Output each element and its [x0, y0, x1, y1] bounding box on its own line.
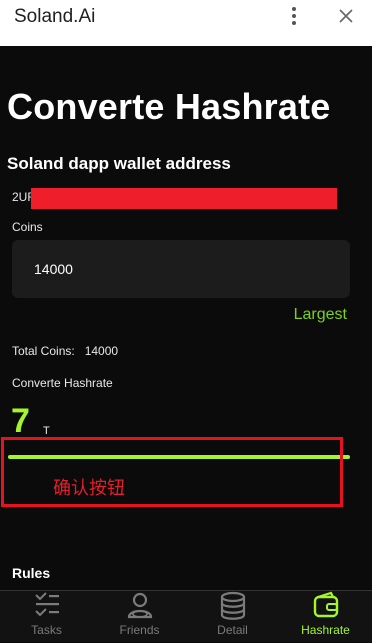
- wallet-heading: Soland dapp wallet address: [7, 154, 231, 173]
- rules-heading: Rules: [12, 565, 51, 581]
- database-icon: [220, 591, 245, 620]
- nav-label: Friends: [119, 623, 160, 637]
- total-coins-label: Total Coins:: [12, 344, 75, 358]
- friends-icon: [127, 592, 152, 619]
- confirm-button[interactable]: 确认按钮: [53, 474, 125, 500]
- converte-hashrate-label: Converte Hashrate: [12, 376, 113, 390]
- hashrate-unit: T: [43, 425, 50, 437]
- page-title: Converte Hashrate: [7, 86, 331, 127]
- coins-label: Coins: [12, 220, 43, 234]
- tasks-icon: [34, 592, 59, 617]
- close-icon[interactable]: [334, 4, 358, 28]
- total-coins: Total Coins: 14000: [12, 344, 118, 358]
- app-title: Soland.Ai: [14, 6, 96, 27]
- largest-button[interactable]: Largest: [294, 306, 347, 324]
- nav-friends[interactable]: Friends: [93, 591, 186, 643]
- bottom-nav: Tasks Friends Detail Hashrate: [0, 590, 372, 642]
- nav-hashrate[interactable]: Hashrate: [279, 591, 372, 643]
- coins-input[interactable]: [12, 240, 350, 298]
- total-coins-value: 14000: [84, 344, 119, 358]
- nav-label: Detail: [217, 623, 248, 637]
- more-options-icon[interactable]: [283, 4, 305, 28]
- nav-tasks[interactable]: Tasks: [0, 591, 93, 643]
- nav-detail[interactable]: Detail: [186, 591, 279, 643]
- nav-label: Hashrate: [301, 623, 350, 637]
- redaction-bar: [31, 188, 337, 209]
- hashrate-value: 7: [11, 402, 30, 440]
- top-bar: Soland.Ai: [0, 0, 372, 46]
- nav-label: Tasks: [31, 623, 62, 637]
- main-content: Converte Hashrate Soland dapp wallet add…: [0, 46, 372, 590]
- wallet-icon: [313, 591, 338, 618]
